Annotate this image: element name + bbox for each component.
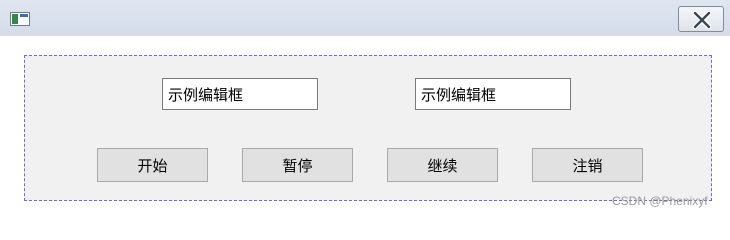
close-icon (693, 11, 711, 29)
edit-box-1[interactable] (162, 78, 318, 110)
close-button[interactable] (678, 6, 724, 32)
edit-box-2[interactable] (415, 78, 571, 110)
resume-button[interactable]: 继续 (387, 148, 498, 182)
watermark-text: CSDN @Phenixyf (612, 194, 708, 208)
app-window: 开始 暂停 继续 注销 CSDN @Phenixyf (0, 0, 730, 220)
logout-button[interactable]: 注销 (532, 148, 643, 182)
application-icon (10, 12, 30, 26)
pause-button[interactable]: 暂停 (242, 148, 353, 182)
start-button[interactable]: 开始 (97, 148, 208, 182)
dialog-panel: 开始 暂停 继续 注销 (24, 55, 712, 201)
title-bar (0, 0, 730, 36)
